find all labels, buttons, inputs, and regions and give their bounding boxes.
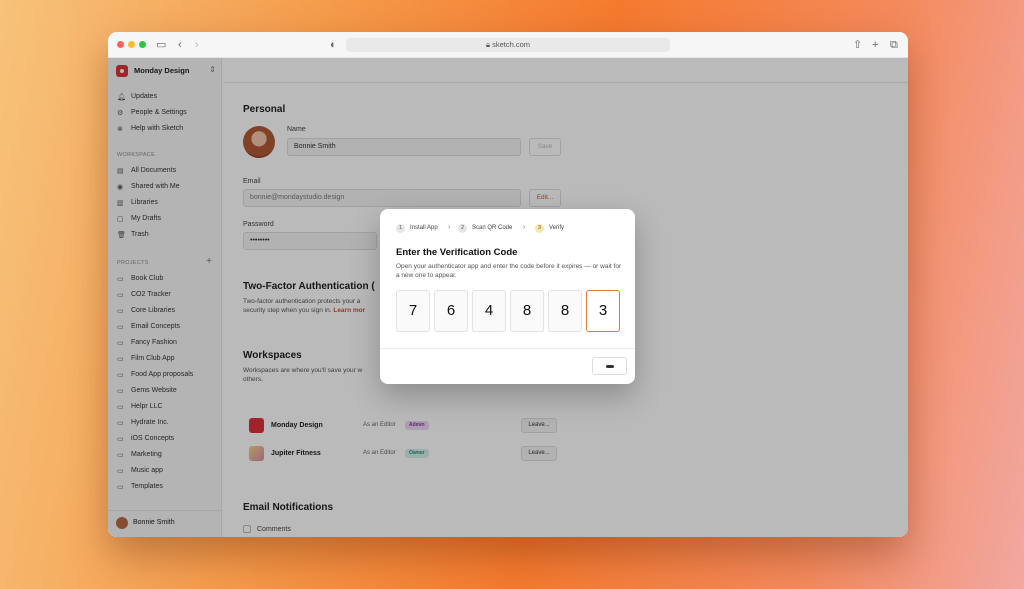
code-digit-input[interactable]: 6 — [434, 290, 468, 332]
forward-icon[interactable]: › — [195, 38, 199, 52]
step-number: 2 — [458, 224, 467, 233]
code-digit-input[interactable]: 8 — [510, 290, 544, 332]
modal-title: Enter the Verification Code — [396, 247, 518, 258]
back-icon[interactable]: ‹ — [178, 38, 182, 52]
url-text: sketch.com — [492, 40, 531, 49]
step-number: 1 — [396, 224, 405, 233]
chevron-right-icon: › — [523, 224, 526, 231]
tabs-overview-icon[interactable]: ⧉ — [890, 38, 898, 52]
code-digit-input[interactable]: 4 — [472, 290, 506, 332]
code-digit-input[interactable]: 8 — [548, 290, 582, 332]
step-label: Verify — [549, 225, 565, 231]
close-window-button[interactable] — [117, 41, 124, 48]
lock-icon: 🔒︎ — [485, 40, 490, 49]
share-icon[interactable]: ⇧ — [853, 38, 862, 52]
step-label: Install App — [410, 225, 438, 231]
verification-modal: 1 Install App › 2 Scan QR Code › 3 Verif… — [380, 209, 635, 384]
chevron-right-icon: › — [448, 224, 451, 231]
step-label: Scan QR Code — [472, 225, 513, 231]
sidebar-toggle-icon[interactable]: ▭ — [156, 38, 166, 52]
browser-window: ▭ ‹ › ◐ 🔒︎ sketch.com ⇧ + ⧉ Monday Desig… — [108, 32, 908, 537]
verify-loading-button[interactable] — [592, 357, 627, 375]
browser-titlebar: ▭ ‹ › ◐ 🔒︎ sketch.com ⇧ + ⧉ — [108, 32, 908, 58]
loading-spinner-icon — [606, 365, 614, 368]
new-tab-icon[interactable]: + — [872, 38, 878, 52]
shield-icon[interactable]: ◐ — [330, 38, 337, 52]
zoom-window-button[interactable] — [139, 41, 146, 48]
modal-divider — [380, 348, 635, 349]
code-digit-input-active[interactable]: 3 — [586, 290, 620, 332]
minimize-window-button[interactable] — [128, 41, 135, 48]
code-digit-input[interactable]: 7 — [396, 290, 430, 332]
address-bar[interactable]: 🔒︎ sketch.com — [346, 38, 670, 52]
modal-description: Open your authenticator app and enter th… — [396, 263, 622, 279]
step-number: 3 — [535, 224, 544, 233]
